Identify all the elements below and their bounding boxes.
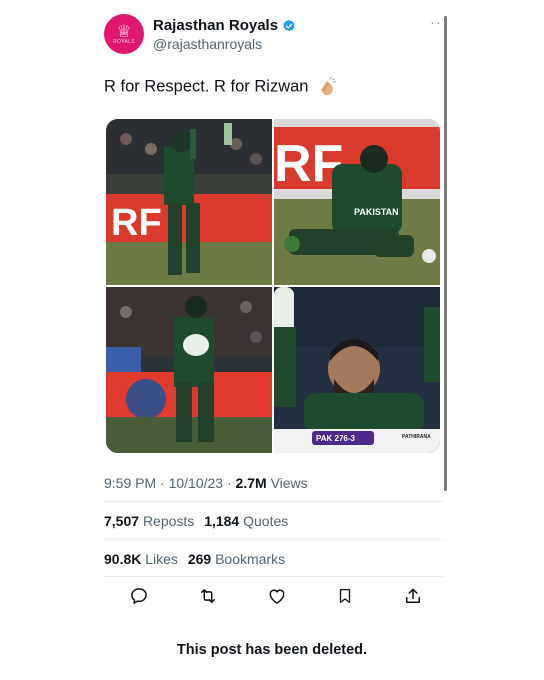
- reply-icon: [131, 588, 147, 604]
- repost-button[interactable]: [196, 584, 220, 608]
- verified-badge-icon: [283, 19, 295, 31]
- tweet-header: ♕ ROYALS Rajasthan Royals @rajasthanroya…: [104, 14, 447, 58]
- share-icon: [406, 588, 420, 603]
- like-stats: 90.8K Likes 269 Bookmarks: [104, 551, 285, 567]
- share-button[interactable]: [401, 584, 425, 608]
- tweet-card: ♕ ROYALS Rajasthan Royals @rajasthanroya…: [96, 0, 450, 604]
- media-grid[interactable]: RF RF PAKISTAN PAK 276-3 PATHIRANA: [106, 119, 440, 453]
- bookmarks-label[interactable]: Bookmarks: [215, 551, 285, 567]
- jersey-text: PAKISTAN: [354, 207, 399, 217]
- likes-count[interactable]: 90.8K: [104, 551, 141, 567]
- bookmark-button[interactable]: [333, 584, 357, 608]
- avatar[interactable]: ♕ ROYALS: [104, 14, 144, 54]
- more-options-icon[interactable]: ···: [430, 14, 448, 31]
- bookmark-icon: [339, 588, 351, 604]
- royals-crest-icon: ♕: [116, 21, 132, 41]
- svg-text:RF: RF: [111, 202, 162, 244]
- views-count: 2.7M: [235, 475, 267, 491]
- likes-label[interactable]: Likes: [145, 551, 178, 567]
- meta-separator: ·: [156, 475, 169, 491]
- date[interactable]: 10/10/23: [169, 475, 224, 491]
- tweet-text: R for Respect. R for Rizwan: [104, 77, 337, 97]
- meta-separator: ·: [223, 475, 236, 491]
- reposts-count[interactable]: 7,507: [104, 513, 139, 529]
- scoreboard-text: PAK 276-3: [316, 434, 356, 443]
- divider: [104, 539, 444, 540]
- avatar-text: ROYALS: [113, 38, 135, 45]
- bookmarks-count[interactable]: 269: [188, 551, 211, 567]
- tweet-text-body: R for Respect. R for Rizwan: [104, 77, 309, 96]
- name-row: Rajasthan Royals: [153, 17, 296, 34]
- views-label: Views: [270, 475, 308, 491]
- divider: [104, 501, 444, 502]
- like-button[interactable]: [265, 584, 289, 608]
- reposts-label[interactable]: Reposts: [143, 513, 194, 529]
- clapping-hands-icon: [321, 77, 337, 96]
- like-icon: [269, 589, 285, 604]
- divider: [104, 576, 444, 577]
- photo-batting-celebration[interactable]: RF: [106, 119, 272, 285]
- time[interactable]: 9:59 PM: [104, 475, 156, 491]
- photo-closeup-gesture[interactable]: PAK 276-3 PATHIRANA: [274, 287, 440, 453]
- quotes-count[interactable]: 1,184: [204, 513, 239, 529]
- repost-icon: [201, 589, 215, 603]
- deleted-notice: This post has been deleted.: [176, 642, 368, 658]
- tweet-meta: 9:59 PM · 10/10/23 · 2.7M Views: [104, 475, 308, 491]
- repost-stats: 7,507 Reposts 1,184 Quotes: [104, 513, 288, 529]
- quotes-label[interactable]: Quotes: [243, 513, 288, 529]
- handle[interactable]: @rajasthanroyals: [153, 36, 262, 52]
- photo-sitting-on-pitch[interactable]: RF PAKISTAN: [274, 119, 440, 285]
- ticker-text: PATHIRANA: [402, 434, 431, 440]
- photo-gloves-walk[interactable]: [106, 287, 272, 453]
- display-name[interactable]: Rajasthan Royals: [153, 17, 278, 34]
- action-bar: [104, 584, 444, 608]
- reply-button[interactable]: [127, 584, 151, 608]
